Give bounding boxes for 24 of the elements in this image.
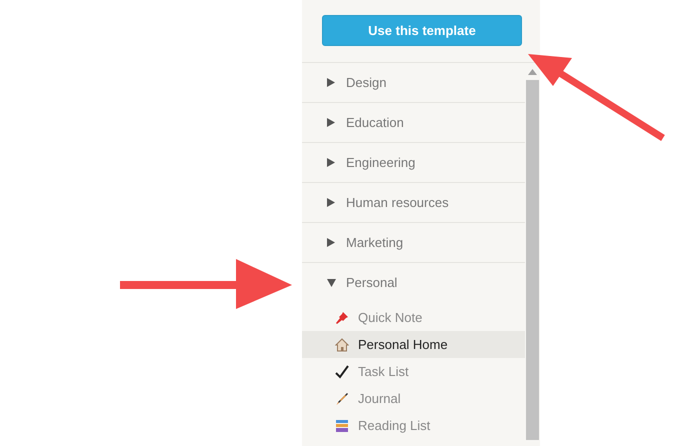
template-item[interactable]: Reading List xyxy=(302,412,525,439)
category-row[interactable]: Design xyxy=(302,63,525,103)
checkmark-icon xyxy=(335,364,349,378)
category-row[interactable]: Marketing xyxy=(302,223,525,263)
caret-right-icon xyxy=(327,78,335,87)
caret-right-icon xyxy=(327,158,335,167)
template-item[interactable]: Personal Home xyxy=(302,331,525,358)
caret-right-icon xyxy=(327,238,335,247)
template-item[interactable]: Journal xyxy=(302,385,525,412)
pen-icon xyxy=(335,392,349,406)
template-item[interactable]: Task List xyxy=(302,358,525,385)
pushpin-icon xyxy=(335,310,349,324)
caret-down-icon xyxy=(327,279,336,287)
caret-right-icon xyxy=(327,198,335,207)
caret-right-icon xyxy=(327,118,335,127)
scroll-up-icon[interactable] xyxy=(528,69,537,75)
use-template-button[interactable]: Use this template xyxy=(322,15,522,46)
house-icon xyxy=(335,338,349,352)
category-row[interactable]: Engineering xyxy=(302,143,525,183)
category-row[interactable]: Education xyxy=(302,103,525,143)
template-item[interactable]: Quick Note xyxy=(302,304,525,331)
books-icon xyxy=(335,418,349,432)
category-row[interactable]: Personal xyxy=(302,263,525,303)
category-row[interactable]: Human resources xyxy=(302,183,525,223)
